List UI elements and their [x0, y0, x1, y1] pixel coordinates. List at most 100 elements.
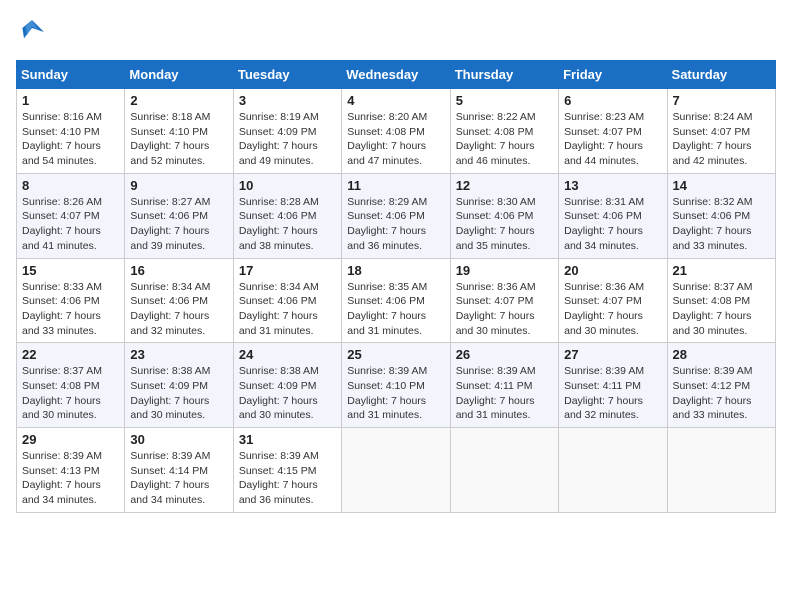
day-info: Sunrise: 8:22 AM Sunset: 4:08 PM Dayligh…	[456, 110, 553, 169]
calendar-week-row: 15 Sunrise: 8:33 AM Sunset: 4:06 PM Dayl…	[17, 258, 776, 343]
day-info: Sunrise: 8:38 AM Sunset: 4:09 PM Dayligh…	[239, 364, 336, 423]
day-info: Sunrise: 8:38 AM Sunset: 4:09 PM Dayligh…	[130, 364, 227, 423]
calendar-day-cell: 11 Sunrise: 8:29 AM Sunset: 4:06 PM Dayl…	[342, 173, 450, 258]
day-number: 20	[564, 263, 661, 278]
day-of-week-header: Wednesday	[342, 61, 450, 89]
day-number: 7	[673, 93, 770, 108]
day-info: Sunrise: 8:28 AM Sunset: 4:06 PM Dayligh…	[239, 195, 336, 254]
calendar-day-cell: 23 Sunrise: 8:38 AM Sunset: 4:09 PM Dayl…	[125, 343, 233, 428]
calendar-day-cell: 22 Sunrise: 8:37 AM Sunset: 4:08 PM Dayl…	[17, 343, 125, 428]
calendar-day-cell: 30 Sunrise: 8:39 AM Sunset: 4:14 PM Dayl…	[125, 428, 233, 513]
day-number: 31	[239, 432, 336, 447]
day-number: 16	[130, 263, 227, 278]
calendar-day-cell: 21 Sunrise: 8:37 AM Sunset: 4:08 PM Dayl…	[667, 258, 775, 343]
calendar-day-cell: 3 Sunrise: 8:19 AM Sunset: 4:09 PM Dayli…	[233, 89, 341, 174]
day-info: Sunrise: 8:37 AM Sunset: 4:08 PM Dayligh…	[22, 364, 119, 423]
day-info: Sunrise: 8:33 AM Sunset: 4:06 PM Dayligh…	[22, 280, 119, 339]
day-number: 11	[347, 178, 444, 193]
day-number: 29	[22, 432, 119, 447]
day-info: Sunrise: 8:26 AM Sunset: 4:07 PM Dayligh…	[22, 195, 119, 254]
day-number: 25	[347, 347, 444, 362]
calendar-week-row: 1 Sunrise: 8:16 AM Sunset: 4:10 PM Dayli…	[17, 89, 776, 174]
day-info: Sunrise: 8:39 AM Sunset: 4:14 PM Dayligh…	[130, 449, 227, 508]
day-info: Sunrise: 8:39 AM Sunset: 4:15 PM Dayligh…	[239, 449, 336, 508]
day-info: Sunrise: 8:36 AM Sunset: 4:07 PM Dayligh…	[564, 280, 661, 339]
day-number: 3	[239, 93, 336, 108]
calendar-day-cell: 5 Sunrise: 8:22 AM Sunset: 4:08 PM Dayli…	[450, 89, 558, 174]
day-number: 8	[22, 178, 119, 193]
calendar-day-cell	[450, 428, 558, 513]
day-number: 21	[673, 263, 770, 278]
calendar-week-row: 22 Sunrise: 8:37 AM Sunset: 4:08 PM Dayl…	[17, 343, 776, 428]
day-info: Sunrise: 8:23 AM Sunset: 4:07 PM Dayligh…	[564, 110, 661, 169]
day-info: Sunrise: 8:39 AM Sunset: 4:13 PM Dayligh…	[22, 449, 119, 508]
calendar-day-cell: 28 Sunrise: 8:39 AM Sunset: 4:12 PM Dayl…	[667, 343, 775, 428]
day-info: Sunrise: 8:35 AM Sunset: 4:06 PM Dayligh…	[347, 280, 444, 339]
day-number: 15	[22, 263, 119, 278]
calendar-day-cell: 26 Sunrise: 8:39 AM Sunset: 4:11 PM Dayl…	[450, 343, 558, 428]
day-info: Sunrise: 8:39 AM Sunset: 4:10 PM Dayligh…	[347, 364, 444, 423]
day-info: Sunrise: 8:31 AM Sunset: 4:06 PM Dayligh…	[564, 195, 661, 254]
calendar-day-cell: 7 Sunrise: 8:24 AM Sunset: 4:07 PM Dayli…	[667, 89, 775, 174]
logo	[16, 16, 52, 48]
calendar-week-row: 29 Sunrise: 8:39 AM Sunset: 4:13 PM Dayl…	[17, 428, 776, 513]
day-number: 24	[239, 347, 336, 362]
calendar-day-cell	[342, 428, 450, 513]
calendar-day-cell: 9 Sunrise: 8:27 AM Sunset: 4:06 PM Dayli…	[125, 173, 233, 258]
calendar-day-cell: 27 Sunrise: 8:39 AM Sunset: 4:11 PM Dayl…	[559, 343, 667, 428]
day-number: 23	[130, 347, 227, 362]
calendar-table: SundayMondayTuesdayWednesdayThursdayFrid…	[16, 60, 776, 513]
day-info: Sunrise: 8:39 AM Sunset: 4:11 PM Dayligh…	[456, 364, 553, 423]
day-info: Sunrise: 8:16 AM Sunset: 4:10 PM Dayligh…	[22, 110, 119, 169]
calendar-day-cell: 25 Sunrise: 8:39 AM Sunset: 4:10 PM Dayl…	[342, 343, 450, 428]
day-info: Sunrise: 8:18 AM Sunset: 4:10 PM Dayligh…	[130, 110, 227, 169]
day-of-week-header: Thursday	[450, 61, 558, 89]
day-of-week-header: Monday	[125, 61, 233, 89]
calendar-day-cell: 16 Sunrise: 8:34 AM Sunset: 4:06 PM Dayl…	[125, 258, 233, 343]
calendar-day-cell: 13 Sunrise: 8:31 AM Sunset: 4:06 PM Dayl…	[559, 173, 667, 258]
page-header	[16, 16, 776, 48]
calendar-day-cell: 17 Sunrise: 8:34 AM Sunset: 4:06 PM Dayl…	[233, 258, 341, 343]
day-number: 19	[456, 263, 553, 278]
logo-icon	[16, 16, 48, 48]
calendar-day-cell: 31 Sunrise: 8:39 AM Sunset: 4:15 PM Dayl…	[233, 428, 341, 513]
calendar-day-cell: 8 Sunrise: 8:26 AM Sunset: 4:07 PM Dayli…	[17, 173, 125, 258]
day-number: 28	[673, 347, 770, 362]
day-info: Sunrise: 8:24 AM Sunset: 4:07 PM Dayligh…	[673, 110, 770, 169]
day-info: Sunrise: 8:37 AM Sunset: 4:08 PM Dayligh…	[673, 280, 770, 339]
calendar-day-cell	[559, 428, 667, 513]
day-number: 22	[22, 347, 119, 362]
calendar-day-cell: 10 Sunrise: 8:28 AM Sunset: 4:06 PM Dayl…	[233, 173, 341, 258]
day-info: Sunrise: 8:34 AM Sunset: 4:06 PM Dayligh…	[239, 280, 336, 339]
day-number: 14	[673, 178, 770, 193]
calendar-day-cell: 18 Sunrise: 8:35 AM Sunset: 4:06 PM Dayl…	[342, 258, 450, 343]
day-number: 18	[347, 263, 444, 278]
calendar-day-cell	[667, 428, 775, 513]
day-number: 9	[130, 178, 227, 193]
calendar-week-row: 8 Sunrise: 8:26 AM Sunset: 4:07 PM Dayli…	[17, 173, 776, 258]
day-number: 17	[239, 263, 336, 278]
day-number: 26	[456, 347, 553, 362]
day-of-week-header: Friday	[559, 61, 667, 89]
day-number: 30	[130, 432, 227, 447]
calendar-day-cell: 19 Sunrise: 8:36 AM Sunset: 4:07 PM Dayl…	[450, 258, 558, 343]
day-info: Sunrise: 8:19 AM Sunset: 4:09 PM Dayligh…	[239, 110, 336, 169]
calendar-day-cell: 12 Sunrise: 8:30 AM Sunset: 4:06 PM Dayl…	[450, 173, 558, 258]
day-of-week-header: Tuesday	[233, 61, 341, 89]
calendar-day-cell: 24 Sunrise: 8:38 AM Sunset: 4:09 PM Dayl…	[233, 343, 341, 428]
calendar-day-cell: 20 Sunrise: 8:36 AM Sunset: 4:07 PM Dayl…	[559, 258, 667, 343]
day-info: Sunrise: 8:29 AM Sunset: 4:06 PM Dayligh…	[347, 195, 444, 254]
day-info: Sunrise: 8:27 AM Sunset: 4:06 PM Dayligh…	[130, 195, 227, 254]
day-of-week-header: Saturday	[667, 61, 775, 89]
day-info: Sunrise: 8:39 AM Sunset: 4:12 PM Dayligh…	[673, 364, 770, 423]
day-number: 27	[564, 347, 661, 362]
day-number: 1	[22, 93, 119, 108]
day-number: 4	[347, 93, 444, 108]
calendar-header-row: SundayMondayTuesdayWednesdayThursdayFrid…	[17, 61, 776, 89]
calendar-day-cell: 15 Sunrise: 8:33 AM Sunset: 4:06 PM Dayl…	[17, 258, 125, 343]
calendar-day-cell: 4 Sunrise: 8:20 AM Sunset: 4:08 PM Dayli…	[342, 89, 450, 174]
day-info: Sunrise: 8:32 AM Sunset: 4:06 PM Dayligh…	[673, 195, 770, 254]
calendar-day-cell: 2 Sunrise: 8:18 AM Sunset: 4:10 PM Dayli…	[125, 89, 233, 174]
day-info: Sunrise: 8:34 AM Sunset: 4:06 PM Dayligh…	[130, 280, 227, 339]
day-number: 10	[239, 178, 336, 193]
